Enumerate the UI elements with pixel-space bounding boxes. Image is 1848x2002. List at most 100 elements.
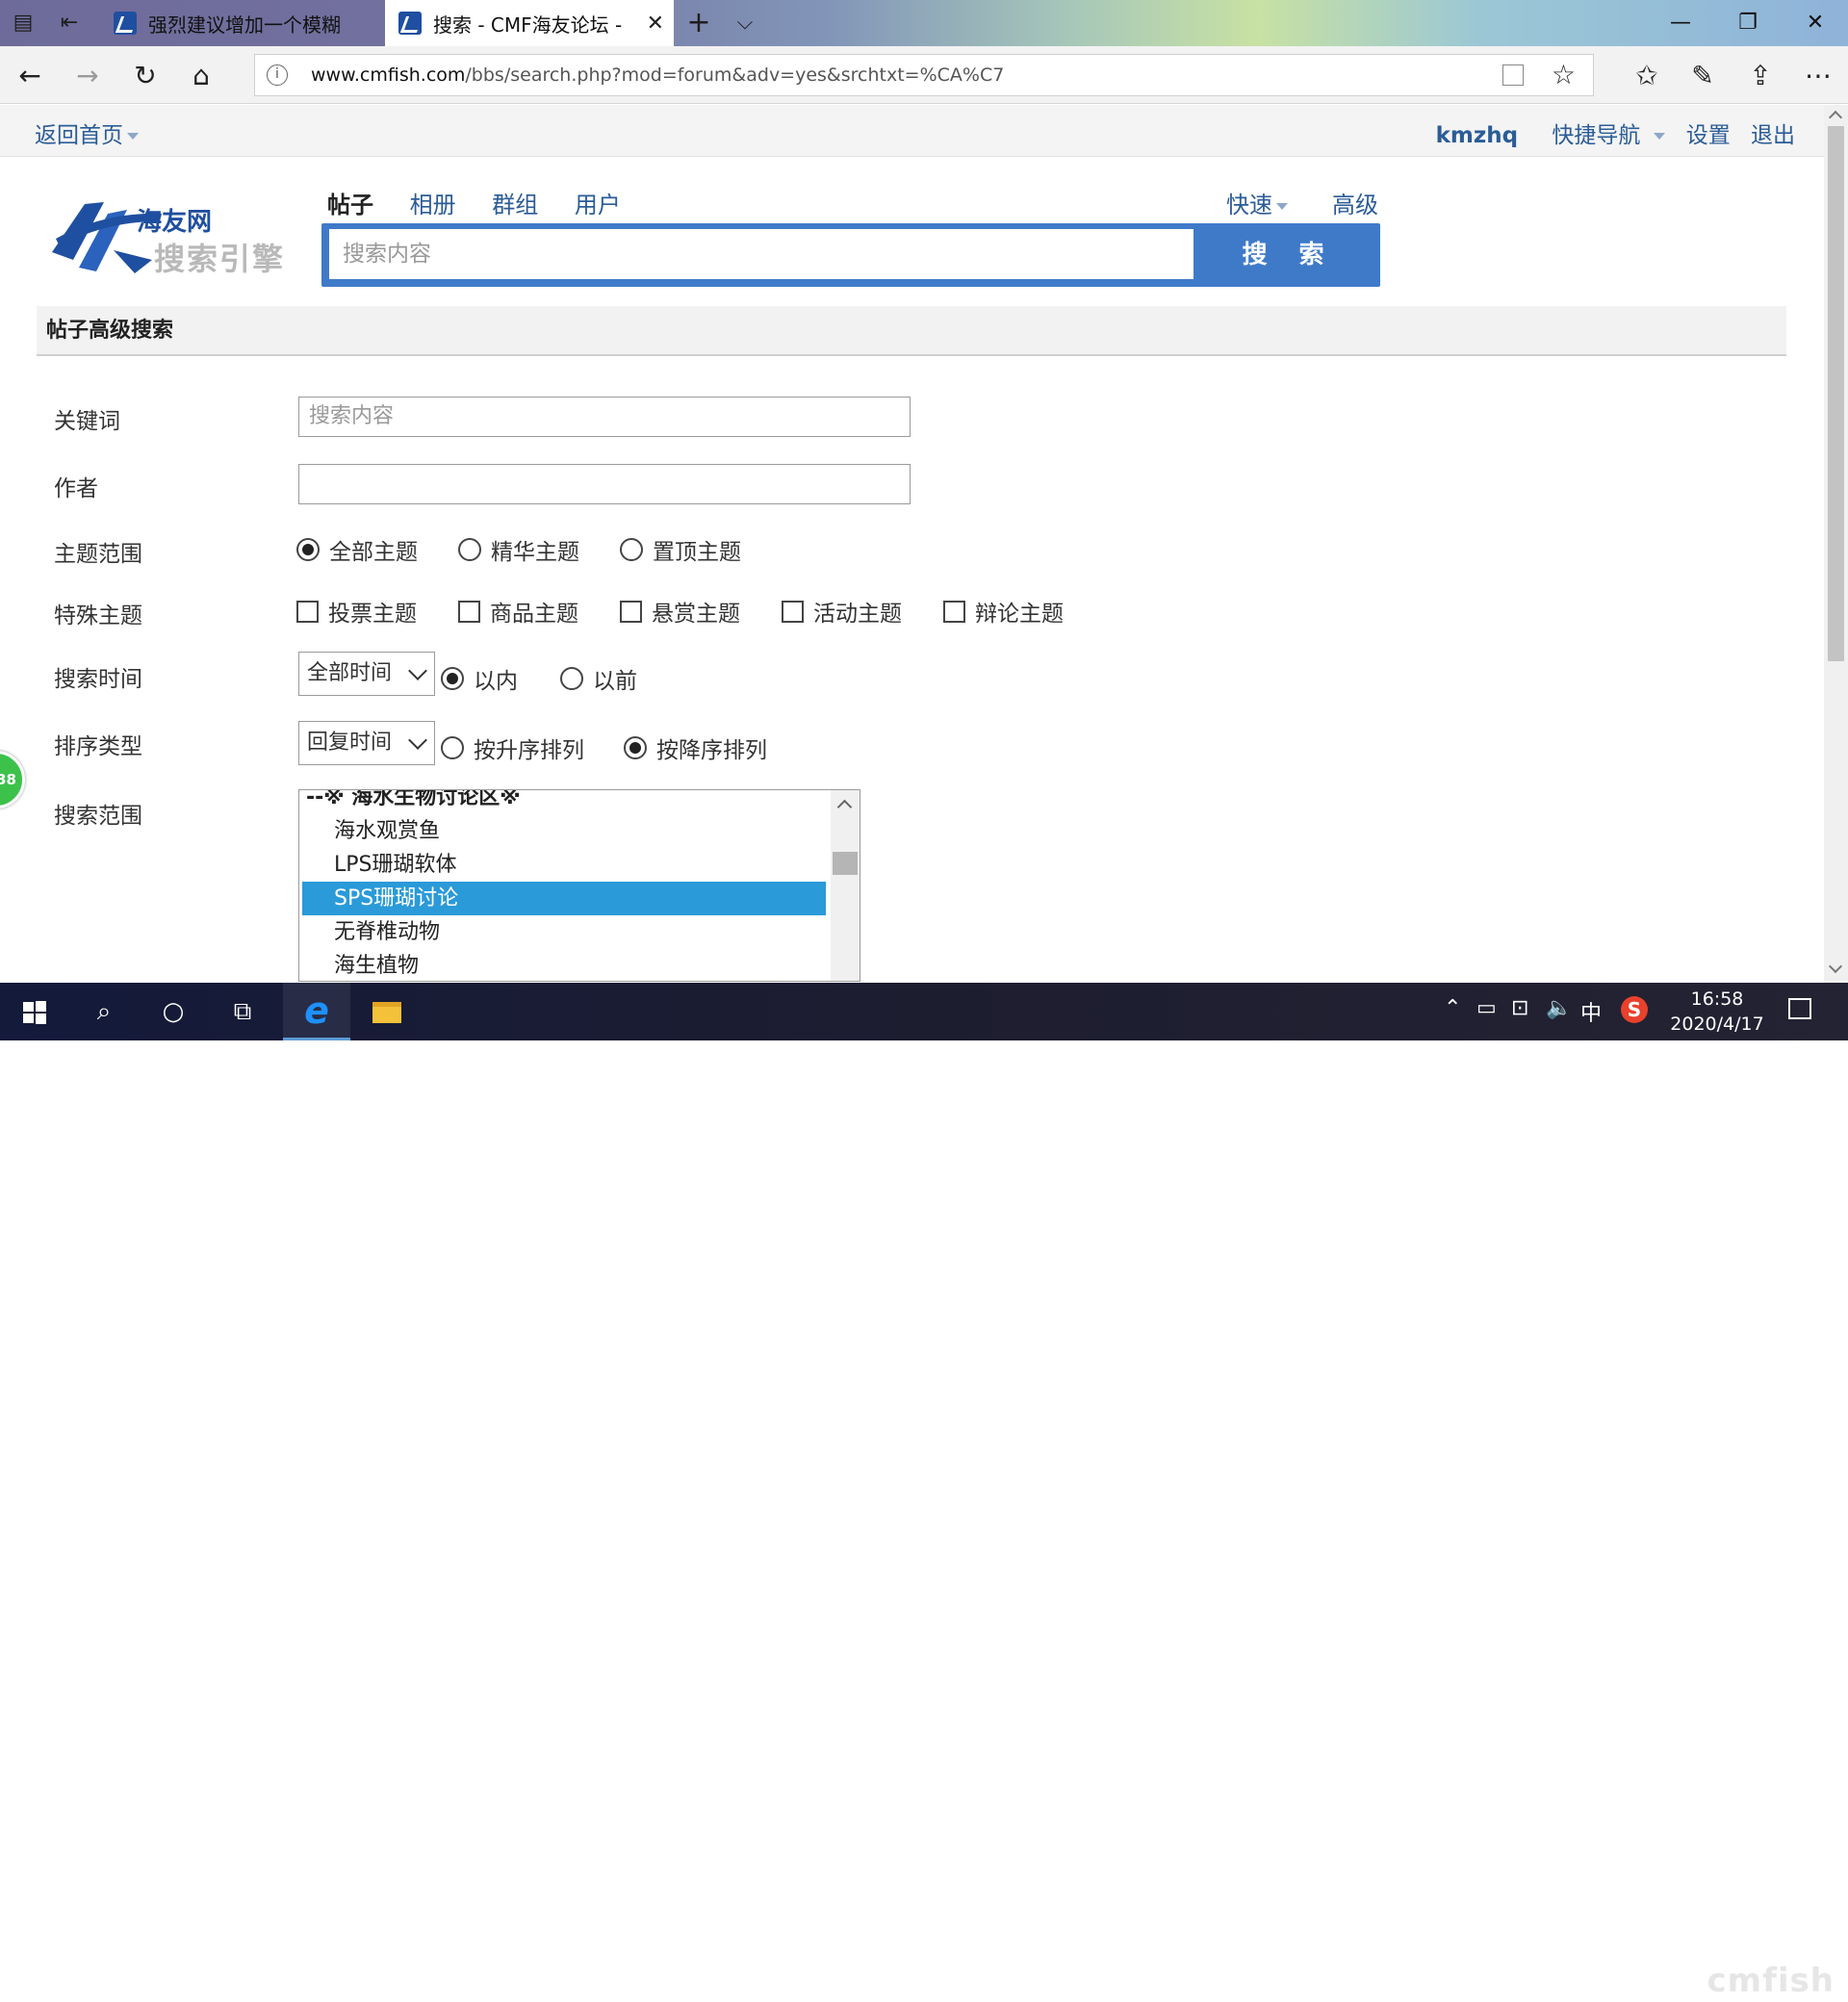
list-item-group[interactable]: --※ 海水生物讨论区※ bbox=[302, 790, 826, 814]
floating-badge[interactable]: 38 bbox=[0, 751, 25, 808]
web-note-pen-icon[interactable]: ✎ bbox=[1686, 60, 1719, 92]
scope-all-radio[interactable]: 全部主题 bbox=[296, 533, 418, 566]
search-input[interactable]: 搜索内容 bbox=[329, 229, 1194, 279]
url-text[interactable]: www.cmfish.com/bbs/search.php?mod=forum&… bbox=[311, 64, 1004, 86]
favorite-star-icon[interactable]: ☆ bbox=[1552, 59, 1576, 90]
system-clock[interactable]: 16:58 2020/4/17 bbox=[1665, 987, 1769, 1037]
home-link[interactable]: 返回首页 bbox=[35, 116, 139, 149]
order-select[interactable]: 回复时间 bbox=[298, 721, 435, 765]
scrollbar-thumb[interactable] bbox=[1828, 126, 1844, 661]
scope-digest-label: 精华主题 bbox=[491, 540, 579, 565]
edge-browser-icon[interactable]: e bbox=[283, 983, 350, 1040]
special-debate-checkbox[interactable]: 辩论主题 bbox=[943, 595, 1064, 628]
settings-link[interactable]: 设置 bbox=[1686, 123, 1731, 148]
folder-icon bbox=[372, 1001, 401, 1023]
time-within-radio[interactable]: 以内 bbox=[441, 662, 518, 695]
special-poll-checkbox[interactable]: 投票主题 bbox=[296, 595, 417, 628]
tab-posts[interactable]: 帖子 bbox=[327, 192, 373, 218]
special-trade-label: 商品主题 bbox=[490, 602, 578, 627]
ime-indicator[interactable]: 中 bbox=[1580, 996, 1602, 1027]
author-input[interactable] bbox=[298, 464, 911, 504]
more-options-icon[interactable]: ⋯ bbox=[1802, 60, 1835, 92]
special-poll-label: 投票主题 bbox=[328, 602, 417, 627]
tab-inactive[interactable]: 强烈建议增加一个模糊搜索 bbox=[100, 0, 379, 46]
forum-range-listbox[interactable]: --※ 海水生物讨论区※ 海水观赏鱼 LPS珊瑚软体 SPS珊瑚讨论 无脊椎动物… bbox=[298, 789, 860, 982]
radio-checked-icon bbox=[624, 736, 647, 759]
favorites-hub-icon[interactable]: ✩ bbox=[1630, 60, 1663, 92]
tray-overflow-chevron-icon[interactable]: ⌃ bbox=[1444, 996, 1461, 1020]
scrollbar-thumb[interactable] bbox=[833, 852, 858, 875]
advanced-search-link[interactable]: 高级 bbox=[1332, 186, 1378, 219]
list-item-selected[interactable]: SPS珊瑚讨论 bbox=[302, 882, 826, 915]
radio-icon bbox=[458, 538, 481, 561]
search-button[interactable]: 搜 索 bbox=[1197, 223, 1380, 287]
tab-title: 搜索 - CMF海友论坛 - P bbox=[433, 13, 626, 37]
share-icon[interactable]: ⇪ bbox=[1744, 60, 1777, 92]
close-tab-icon[interactable]: ✕ bbox=[647, 12, 664, 36]
back-icon[interactable]: ← bbox=[13, 60, 46, 92]
clock-date: 2020/4/17 bbox=[1670, 1014, 1764, 1035]
tab-active[interactable]: 搜索 - CMF海友论坛 - P ✕ bbox=[385, 0, 674, 46]
order-select-value: 回复时间 bbox=[307, 731, 393, 755]
list-item[interactable]: 海水观赏鱼 bbox=[302, 814, 826, 848]
scope-digest-radio[interactable]: 精华主题 bbox=[458, 533, 579, 566]
scroll-down-icon[interactable] bbox=[1828, 959, 1843, 974]
action-center-icon[interactable] bbox=[1788, 998, 1811, 1019]
chevron-down-icon bbox=[408, 661, 427, 680]
list-item[interactable]: 无脊椎动物 bbox=[302, 915, 826, 949]
keyword-input[interactable]: 搜索内容 bbox=[298, 397, 911, 437]
search-icon[interactable]: ⌕ bbox=[79, 992, 129, 1031]
windows-start-icon[interactable] bbox=[10, 992, 60, 1031]
site-favicon-icon bbox=[398, 12, 422, 35]
search-box: 搜索内容 搜 索 bbox=[321, 223, 1380, 287]
volume-icon[interactable]: 🔈 bbox=[1546, 996, 1572, 1020]
time-before-radio[interactable]: 以前 bbox=[560, 662, 637, 695]
special-activity-label: 活动主题 bbox=[813, 602, 902, 627]
scroll-up-icon[interactable] bbox=[1828, 110, 1843, 125]
order-desc-radio[interactable]: 按降序排列 bbox=[624, 732, 767, 764]
listbox-scrollbar[interactable] bbox=[831, 790, 860, 981]
order-asc-radio[interactable]: 按升序排列 bbox=[441, 732, 584, 764]
tab-preview-chevron-icon[interactable]: ⌵ bbox=[732, 10, 758, 37]
order-label: 排序类型 bbox=[54, 734, 142, 759]
page-scrollbar[interactable] bbox=[1824, 105, 1848, 983]
refresh-icon[interactable]: ↻ bbox=[129, 60, 162, 92]
tab-groups[interactable]: 群组 bbox=[492, 192, 538, 218]
range-label: 搜索范围 bbox=[54, 804, 142, 829]
tab-manager-icon[interactable]: ▤ bbox=[10, 10, 37, 37]
special-trade-checkbox[interactable]: 商品主题 bbox=[458, 595, 578, 628]
reading-view-icon[interactable] bbox=[1502, 64, 1524, 86]
forward-icon[interactable]: → bbox=[71, 60, 104, 92]
special-activity-checkbox[interactable]: 活动主题 bbox=[782, 595, 902, 628]
restore-button[interactable]: ❐ bbox=[1725, 8, 1771, 38]
site-top-bar: 返回首页 kmzhq 快捷导航 设置 退出 bbox=[0, 105, 1824, 157]
home-icon[interactable]: ⌂ bbox=[185, 60, 218, 92]
list-item[interactable]: LPS珊瑚软体 bbox=[302, 848, 826, 882]
username-link[interactable]: kmzhq bbox=[1436, 123, 1519, 148]
logout-link[interactable]: 退出 bbox=[1751, 123, 1795, 148]
task-view-icon[interactable]: ⧉ bbox=[218, 992, 268, 1031]
user-links: kmzhq 快捷导航 设置 退出 bbox=[1423, 116, 1795, 149]
quick-search-link[interactable]: 快速 bbox=[1226, 186, 1288, 219]
address-bar[interactable]: i www.cmfish.com/bbs/search.php?mod=foru… bbox=[254, 54, 1594, 96]
tab-users[interactable]: 用户 bbox=[575, 192, 621, 218]
network-icon[interactable]: ⊡ bbox=[1511, 996, 1528, 1020]
file-explorer-icon[interactable] bbox=[362, 992, 412, 1031]
tab-albums[interactable]: 相册 bbox=[410, 192, 456, 218]
checkbox-icon bbox=[458, 600, 480, 623]
scope-sticky-radio[interactable]: 置顶主题 bbox=[620, 533, 741, 566]
battery-icon[interactable]: ▭ bbox=[1476, 996, 1497, 1020]
list-item[interactable]: 海生植物 bbox=[302, 949, 826, 981]
new-tab-button[interactable]: + bbox=[685, 9, 712, 38]
chevron-down-icon bbox=[1276, 202, 1288, 210]
quick-nav-link[interactable]: 快捷导航 bbox=[1538, 123, 1666, 148]
time-select[interactable]: 全部时间 bbox=[298, 652, 435, 696]
site-info-icon[interactable]: i bbox=[267, 64, 288, 86]
set-aside-tabs-icon[interactable]: ⇤ bbox=[56, 10, 83, 37]
minimize-button[interactable]: — bbox=[1657, 8, 1704, 38]
special-reward-checkbox[interactable]: 悬赏主题 bbox=[620, 595, 740, 628]
scroll-up-icon[interactable] bbox=[836, 799, 853, 815]
close-window-button[interactable]: ✕ bbox=[1792, 8, 1838, 38]
cortana-icon[interactable]: ○ bbox=[148, 992, 198, 1031]
sogou-input-icon[interactable]: S bbox=[1621, 996, 1648, 1023]
